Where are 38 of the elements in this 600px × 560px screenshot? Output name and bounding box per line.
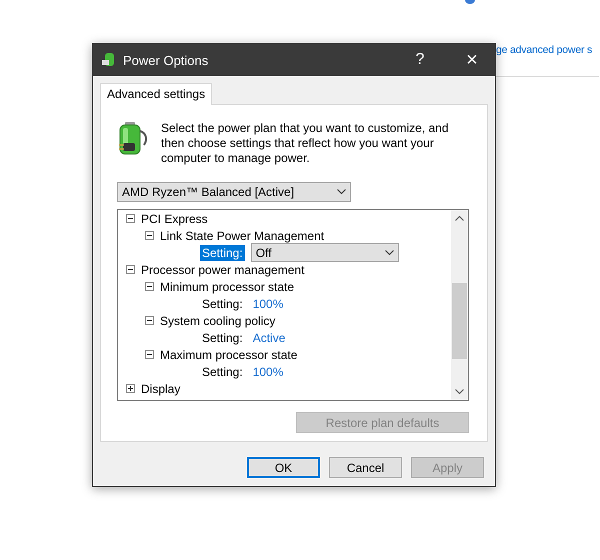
setting-value[interactable]: 100% <box>252 364 284 378</box>
setting-label[interactable]: Setting: <box>200 330 245 346</box>
collapse-icon[interactable] <box>145 282 154 291</box>
setting-label[interactable]: Setting: <box>200 244 245 260</box>
setting-dropdown[interactable]: Off <box>250 243 399 262</box>
scroll-up-icon[interactable] <box>455 215 464 221</box>
scroll-down-icon[interactable] <box>455 389 464 395</box>
tab[interactable]: Advanced settings <box>100 83 212 105</box>
setting-label[interactable]: Setting: <box>200 364 245 380</box>
setting-value[interactable]: Active <box>252 330 286 344</box>
help-button[interactable]: ? <box>397 44 443 76</box>
tree-item[interactable]: Maximum processor state <box>160 348 298 362</box>
chevron-down-icon <box>337 189 346 195</box>
chevron-down-icon <box>384 250 394 256</box>
collapse-icon[interactable] <box>145 231 154 240</box>
setting-value[interactable]: 100% <box>252 296 284 310</box>
battery-plug-icon <box>101 52 117 68</box>
collapse-icon[interactable] <box>145 350 154 359</box>
scrollbar-thumb[interactable] <box>452 283 467 359</box>
collapse-icon[interactable] <box>145 316 154 325</box>
plan-dropdown[interactable]: AMD Ryzen™ Balanced [Active] <box>117 182 351 202</box>
tree-item[interactable]: PCI Express <box>141 212 208 226</box>
collapse-icon[interactable] <box>126 265 135 274</box>
tree-item[interactable]: Display <box>141 382 180 396</box>
scrollbar[interactable] <box>451 210 468 400</box>
tree-item[interactable]: Minimum processor state <box>160 280 294 294</box>
tree-item[interactable]: Processor power management <box>141 262 304 276</box>
setting-label[interactable]: Setting: <box>200 296 245 312</box>
collapse-icon[interactable] <box>126 214 135 223</box>
link[interactable]: ge advanced power s <box>496 44 592 56</box>
tree-item[interactable]: System cooling policy <box>160 314 276 328</box>
expand-icon[interactable] <box>126 384 135 393</box>
close-button[interactable]: × <box>449 44 495 76</box>
dialog-button[interactable]: Cancel <box>329 457 402 478</box>
instruction-text: Select the power plan that you want to customize, and then choose settings that reflect how you want your computer to manage power. <box>161 121 450 166</box>
dialog-button[interactable]: OK <box>247 457 320 478</box>
tree-item[interactable]: Link State Power Management <box>160 228 324 242</box>
window-title: Power Options <box>123 52 210 68</box>
